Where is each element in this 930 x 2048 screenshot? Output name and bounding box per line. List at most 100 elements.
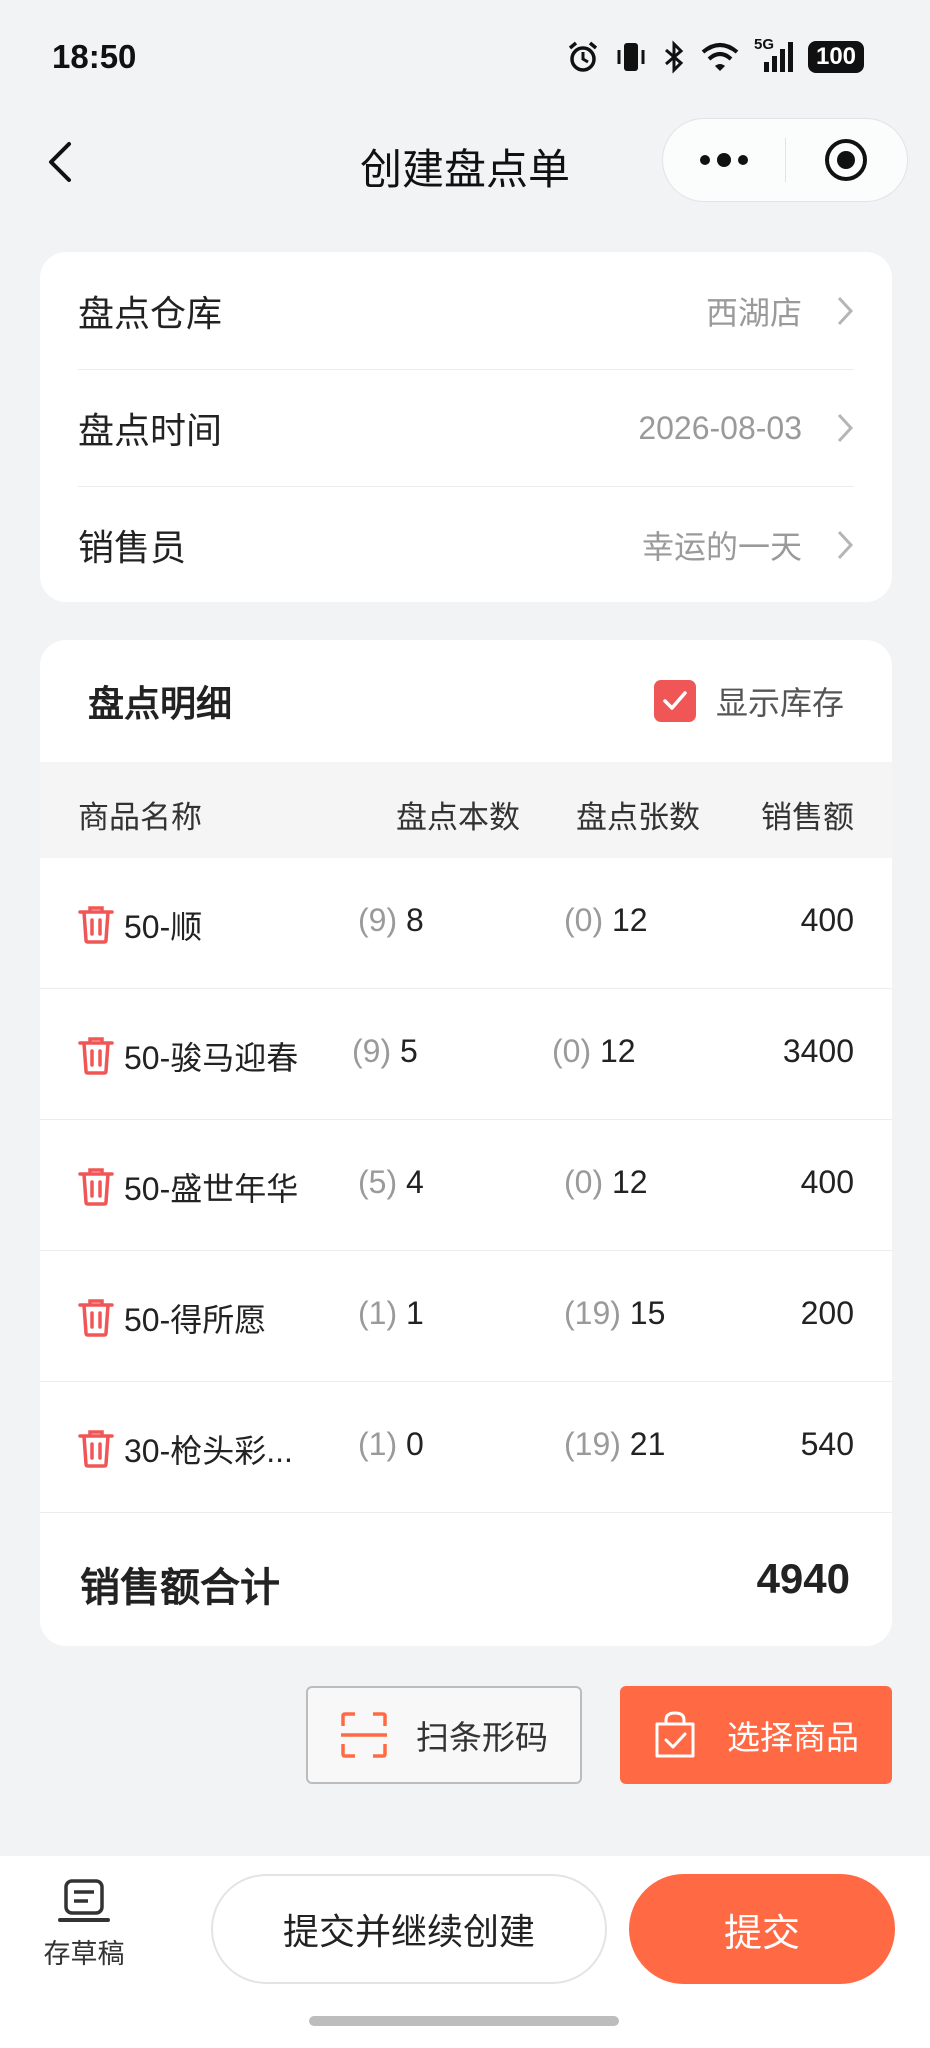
bluetooth-icon [665,40,684,74]
column-header-sales: 销售额 [761,800,854,836]
submit-and-continue-button[interactable]: 提交并继续创建 [211,1874,607,1984]
sales-amount: 540 [800,1426,854,1462]
sheets-previous: (0) [564,902,604,938]
sheets-previous: (19) [564,1295,621,1331]
books-count[interactable]: 1 [406,1295,424,1331]
books-count[interactable]: 0 [406,1426,424,1462]
table-row[interactable]: 50-顺 (9) 8 (0) 12 400 [40,858,892,989]
detail-header: 盘点明细 显示库存 [40,640,892,762]
show-stock-toggle[interactable]: 显示库存 [653,678,844,724]
table-row[interactable]: 50-骏马迎春 (9) 5 (0) 12 3400 [40,989,892,1120]
books-previous: (9) [352,1033,392,1069]
table-row[interactable]: 30-枪头彩... (1) 0 (19) 21 540 [40,1382,892,1513]
sheets-count[interactable]: 12 [600,1033,636,1069]
sales-amount: 200 [800,1295,854,1331]
salesperson-value-group: 幸运的一天 [642,522,854,568]
warehouse-value-group: 西湖店 [706,288,854,334]
total-value: 4940 [756,1555,850,1602]
count-date-label: 盘点时间 [78,411,223,452]
product-name: 50-得所愿 [124,1302,267,1338]
vibrate-icon [617,43,645,71]
chevron-right-icon [837,296,854,325]
trash-icon [78,1299,114,1337]
delete-item-button[interactable] [78,1297,114,1337]
books-count[interactable]: 5 [400,1033,418,1069]
select-product-label: 选择商品 [727,1718,859,1757]
sheets-cell: (19) 21 [564,1426,665,1463]
total-row: 销售额合计 4940 [40,1513,892,1645]
warehouse-row[interactable]: 盘点仓库 西湖店 [78,252,854,369]
sheets-count[interactable]: 21 [630,1426,666,1462]
sheets-cell: (0) 12 [564,1164,648,1201]
more-button[interactable] [663,119,785,201]
select-product-button[interactable]: 选择商品 [620,1686,892,1784]
books-previous: (5) [358,1164,398,1200]
product-name: 50-盛世年华 [124,1171,299,1207]
trash-icon [78,1037,114,1075]
scan-barcode-button[interactable]: 扫条形码 [306,1686,582,1784]
salesperson-value: 幸运的一天 [641,529,802,565]
books-count[interactable]: 8 [406,902,424,938]
back-button[interactable] [30,132,90,192]
detail-title: 盘点明细 [88,684,233,725]
sheets-cell: (0) 12 [564,902,648,939]
show-stock-label: 显示库存 [715,684,844,722]
shopping-bag-icon [655,1711,695,1758]
trash-icon [78,1430,114,1468]
sales-amount: 3400 [782,1033,854,1069]
delete-item-button[interactable] [78,1428,114,1468]
sheets-previous: (19) [564,1426,621,1462]
scan-icon [341,1712,387,1758]
table-row[interactable]: 50-盛世年华 (5) 4 (0) 12 400 [40,1120,892,1251]
books-cell: (9) 8 [358,902,424,939]
checkmark-icon [663,691,687,710]
draft-icon [58,1879,110,1922]
mini-program-capsule [662,118,908,202]
sheets-previous: (0) [564,1164,604,1200]
sheets-cell: (19) 15 [564,1295,665,1332]
status-bar: 18:50 5G 100 [0,0,930,110]
order-info-card: 盘点仓库 西湖店 盘点时间 2026-08-03 销售员 幸运的一天 [40,252,892,602]
chevron-left-icon [49,142,71,182]
sheets-count[interactable]: 12 [612,1164,648,1200]
home-indicator [309,2016,619,2026]
show-stock-checkbox[interactable] [653,680,696,722]
count-date-value-group: 2026-08-03 [638,410,854,447]
target-close-icon [825,139,868,181]
submit-button[interactable]: 提交 [629,1874,895,1984]
product-name: 30-枪头彩... [124,1433,293,1469]
sheets-count[interactable]: 15 [630,1295,666,1331]
sales-amount: 400 [800,902,854,938]
signal-icon: 5G [754,36,794,74]
salesperson-row[interactable]: 销售员 幸运的一天 [78,486,854,602]
alarm-icon [568,41,598,72]
books-cell: (5) 4 [358,1164,424,1201]
product-name: 50-顺 [124,909,203,945]
salesperson-label: 销售员 [78,528,187,569]
table-row[interactable]: 50-得所愿 (1) 1 (19) 15 200 [40,1251,892,1382]
sheets-cell: (0) 12 [552,1033,636,1070]
save-draft-button[interactable]: 存草稿 [36,1878,132,1971]
total-label: 销售额合计 [80,1565,280,1611]
count-date-row[interactable]: 盘点时间 2026-08-03 [78,369,854,486]
delete-item-button[interactable] [78,904,114,944]
books-cell: (1) 0 [358,1426,424,1463]
bottom-action-bar: 存草稿 提交并继续创建 提交 [0,1856,930,2048]
chevron-right-icon [837,413,854,443]
table-body: 50-顺 (9) 8 (0) 12 400 50-骏马迎春 (9) 5 (0) 12 3400… [40,858,892,1513]
delete-item-button[interactable] [78,1166,114,1206]
books-cell: (9) 5 [352,1033,418,1070]
sheets-count[interactable]: 12 [612,902,648,938]
close-mini-program-button[interactable] [786,119,908,201]
warehouse-value: 西湖店 [705,294,802,331]
wifi-icon [701,43,739,71]
save-draft-label: 存草稿 [43,1939,125,1970]
chevron-right-icon [837,530,854,560]
nav-bar: 创建盘点单 [0,110,930,210]
status-icons: 5G 100 [566,36,864,74]
books-previous: (1) [358,1426,398,1462]
books-count[interactable]: 4 [406,1164,424,1200]
count-date-value: 2026-08-03 [638,409,802,446]
delete-item-button[interactable] [78,1035,114,1075]
more-dots-icon [699,153,748,167]
